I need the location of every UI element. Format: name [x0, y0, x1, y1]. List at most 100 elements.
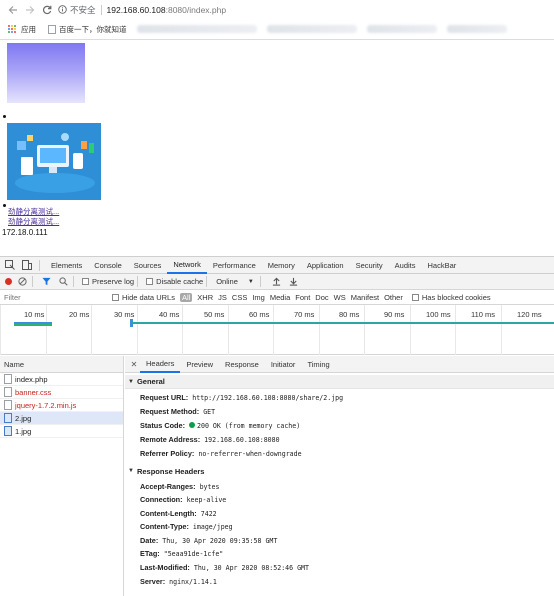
- tab-network[interactable]: Network: [167, 257, 207, 274]
- tab-performance[interactable]: Performance: [207, 257, 262, 274]
- illustration-graphic: [7, 123, 101, 200]
- tab-hackbar[interactable]: HackBar: [422, 257, 463, 274]
- tab-console[interactable]: Console: [88, 257, 128, 274]
- filter-bar: Hide data URLs All XHR JS CSS Img Media …: [0, 290, 554, 305]
- record-button[interactable]: [5, 278, 12, 285]
- bookmark-apps[interactable]: 应用: [8, 24, 36, 35]
- filter-type-xhr[interactable]: XHR: [197, 293, 213, 302]
- import-har-button[interactable]: [270, 276, 284, 288]
- timeline-gridline: [91, 305, 92, 355]
- tab-sources[interactable]: Sources: [128, 257, 168, 274]
- throttling-select[interactable]: Online ▼: [216, 277, 254, 286]
- block-icon: [17, 277, 27, 286]
- preserve-log-checkbox[interactable]: Preserve log: [82, 277, 134, 286]
- blurred-bookmarks: [266, 25, 357, 33]
- tab-preview[interactable]: Preview: [180, 356, 219, 373]
- request-name: 2.jpg: [15, 413, 32, 423]
- request-list: Name index.php banner.css jquery-1.7.2.m…: [0, 356, 124, 596]
- page-icon: [48, 24, 56, 34]
- tab-memory[interactable]: Memory: [262, 257, 301, 274]
- address-bar: 不安全 192.168.60.108 :8080/index.php: [0, 0, 554, 19]
- list-bullet: [3, 115, 6, 118]
- request-row[interactable]: jquery-1.7.2.min.js: [0, 399, 123, 412]
- header-value: Thu, 30 Apr 2020 08:52:46 GMT: [193, 564, 309, 572]
- checkbox-box: [411, 293, 419, 301]
- close-icon[interactable]: ✕: [128, 360, 140, 369]
- timeline-label: 30 ms: [114, 310, 135, 319]
- timeline-gridline: [46, 305, 47, 355]
- tab-security[interactable]: Security: [350, 257, 389, 274]
- timeline-label: 10 ms: [24, 310, 45, 319]
- device-toolbar-button[interactable]: [20, 259, 34, 271]
- filter-type-doc[interactable]: Doc: [315, 293, 328, 302]
- reload-button[interactable]: [40, 3, 54, 17]
- page-link-2[interactable]: 劲静分离测试...: [8, 216, 59, 227]
- tab-application[interactable]: Application: [301, 257, 350, 274]
- bookmark-baidu[interactable]: 百度一下，你就知道: [48, 24, 127, 35]
- request-row[interactable]: 2.jpg: [0, 412, 123, 425]
- network-overview-timeline[interactable]: 10 ms 20 ms 30 ms 40 ms 50 ms 60 ms 70 m…: [0, 305, 554, 355]
- status-ok-dot-icon: [189, 422, 195, 428]
- tab-elements[interactable]: Elements: [45, 257, 88, 274]
- tab-headers[interactable]: Headers: [140, 356, 181, 373]
- tab-audits[interactable]: Audits: [389, 257, 422, 274]
- header-key: Remote Address:: [140, 435, 201, 444]
- response-headers-section-header[interactable]: ▼ Response Headers: [125, 464, 554, 478]
- request-row[interactable]: banner.css: [0, 386, 123, 399]
- filter-type-css[interactable]: CSS: [232, 293, 247, 302]
- header-value: 192.168.60.108:8080: [204, 436, 280, 444]
- header-row: Date: Thu, 30 Apr 2020 09:35:58 GMT: [140, 536, 277, 545]
- filter-type-font[interactable]: Font: [295, 293, 310, 302]
- toolbar-divider: [259, 276, 261, 287]
- request-name: banner.css: [15, 387, 52, 397]
- blurred-bookmarks: [366, 25, 437, 33]
- filter-toggle-button[interactable]: [39, 276, 53, 288]
- filter-type-media[interactable]: Media: [270, 293, 290, 302]
- filter-type-other[interactable]: Other: [384, 293, 403, 302]
- triangle-down-icon: ▼: [128, 378, 134, 385]
- general-section-header[interactable]: ▼ General: [125, 375, 554, 389]
- filter-input[interactable]: [2, 291, 106, 303]
- tab-initiator[interactable]: Initiator: [265, 356, 302, 373]
- checkbox-box: [82, 278, 89, 285]
- download-icon: [290, 277, 298, 286]
- timeline-gridline: [410, 305, 411, 355]
- request-row[interactable]: index.php: [0, 373, 123, 386]
- tab-timing[interactable]: Timing: [301, 356, 335, 373]
- filter-type-manifest[interactable]: Manifest: [351, 293, 379, 302]
- has-blocked-cookies-checkbox[interactable]: Has blocked cookies: [411, 293, 491, 302]
- timeline-label: 50 ms: [204, 310, 225, 319]
- header-value: 7422: [200, 510, 217, 518]
- header-row: Connection: keep-alive: [140, 495, 226, 504]
- filter-type-ws[interactable]: WS: [334, 293, 346, 302]
- filter-type-all[interactable]: All: [179, 292, 193, 302]
- hide-data-urls-checkbox[interactable]: Hide data URLs: [112, 293, 175, 302]
- search-button[interactable]: [56, 276, 70, 288]
- timeline-label: 70 ms: [294, 310, 315, 319]
- header-row: Referrer Policy: no-referrer-when-downgr…: [140, 449, 302, 458]
- export-har-button[interactable]: [287, 276, 301, 288]
- disable-cache-checkbox[interactable]: Disable cache: [146, 277, 203, 286]
- request-row[interactable]: 1.jpg: [0, 425, 123, 438]
- request-name: index.php: [15, 374, 48, 384]
- inspect-element-button[interactable]: [3, 259, 17, 271]
- forward-button[interactable]: [23, 3, 37, 17]
- url-path: :8080/index.php: [165, 4, 227, 15]
- filter-type-js[interactable]: JS: [218, 293, 227, 302]
- filter-type-img[interactable]: Img: [252, 293, 265, 302]
- timeline-gridline: [455, 305, 456, 355]
- header-value: Thu, 30 Apr 2020 09:35:58 GMT: [162, 537, 278, 545]
- name-column-header[interactable]: Name: [0, 356, 123, 373]
- gradient-banner-image: [7, 43, 85, 103]
- header-key: Server:: [140, 577, 166, 586]
- blurred-bookmarks: [136, 25, 257, 33]
- tab-response[interactable]: Response: [219, 356, 265, 373]
- back-button[interactable]: [6, 3, 20, 17]
- clear-button[interactable]: [15, 276, 29, 288]
- section-title: General: [136, 377, 165, 386]
- preserve-log-label: Preserve log: [92, 277, 135, 286]
- triangle-down-icon: ▼: [128, 468, 134, 474]
- upload-icon: [273, 277, 281, 286]
- url-field[interactable]: 不安全 192.168.60.108 :8080/index.php: [58, 4, 226, 16]
- header-key: Referrer Policy:: [140, 449, 195, 458]
